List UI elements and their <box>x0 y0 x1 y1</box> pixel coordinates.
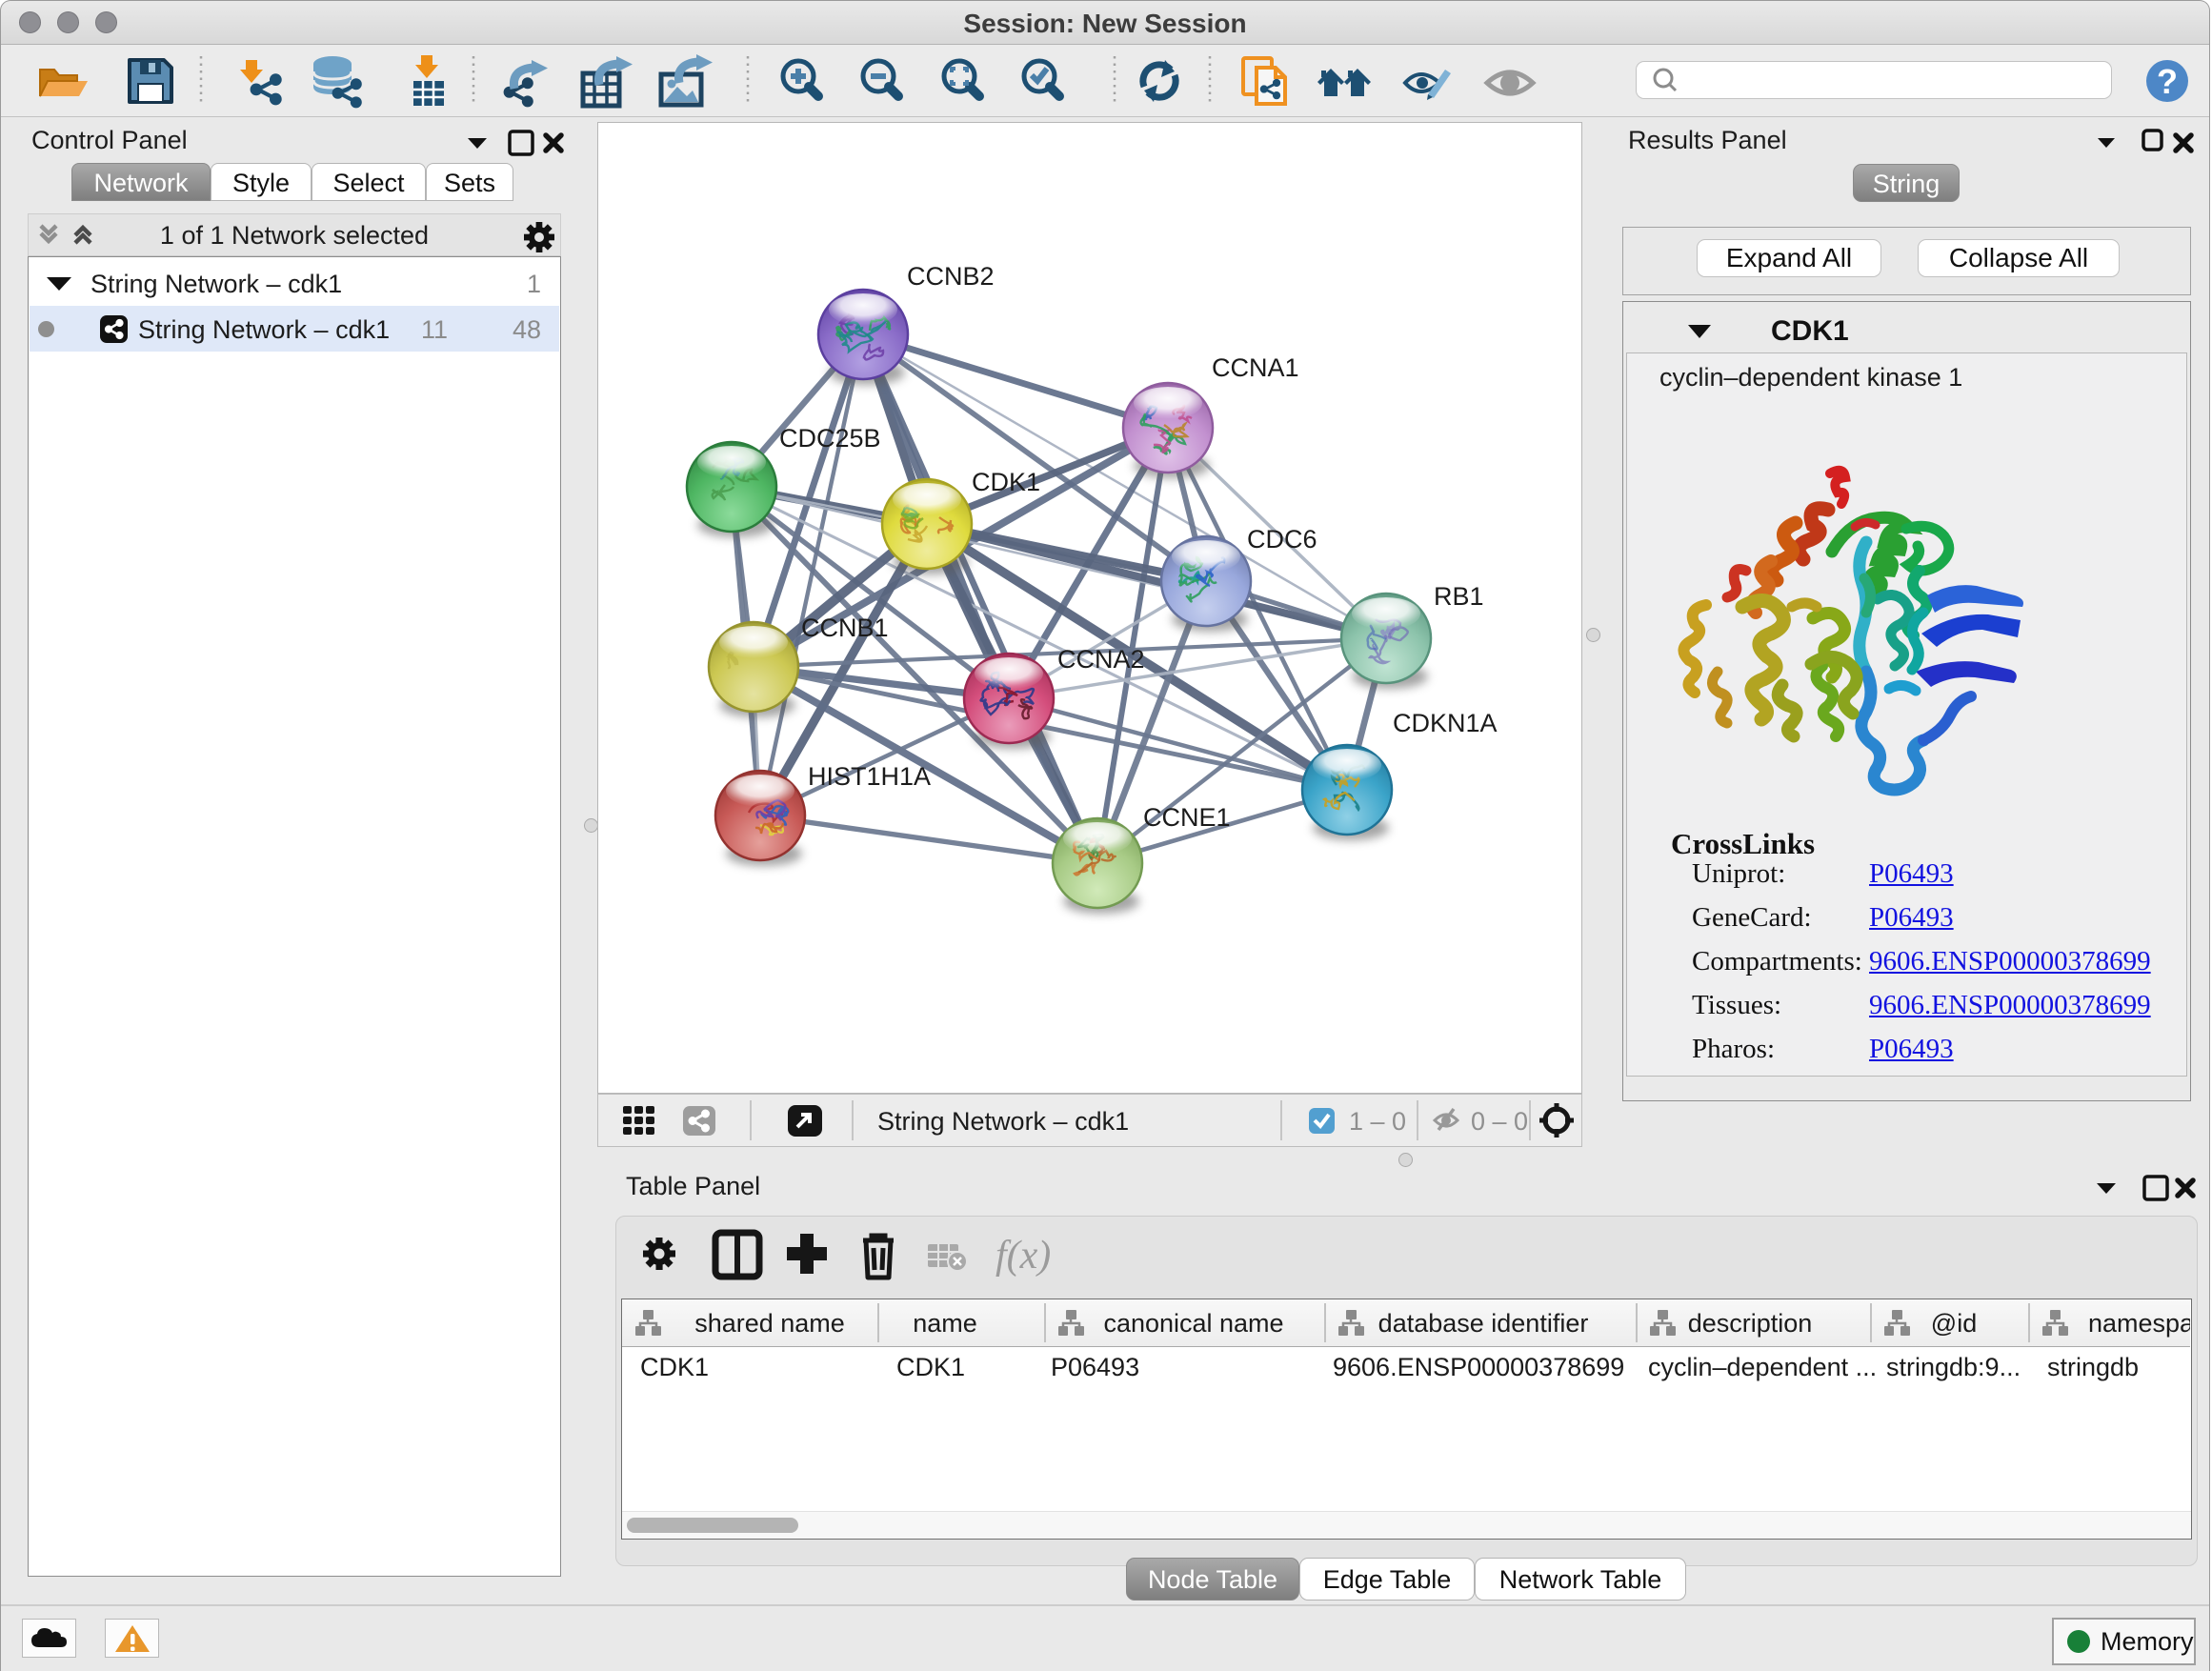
svg-text:String Network – cdk1: String Network – cdk1 <box>877 1107 1129 1136</box>
svg-text:CDC25B: CDC25B <box>779 424 881 453</box>
svg-text:canonical name: canonical name <box>1103 1309 1283 1338</box>
svg-text:description: description <box>1688 1309 1813 1338</box>
svg-text:CDK1: CDK1 <box>972 468 1040 496</box>
svg-text:0 – 0: 0 – 0 <box>1471 1107 1528 1136</box>
svg-text:f(x): f(x) <box>995 1234 1051 1278</box>
svg-text:HIST1H1A: HIST1H1A <box>808 762 931 791</box>
svg-text:CCNE1: CCNE1 <box>1143 803 1231 832</box>
svg-text:CCNA1: CCNA1 <box>1212 353 1299 382</box>
svg-text:database identifier: database identifier <box>1378 1309 1589 1338</box>
svg-text:name: name <box>913 1309 977 1338</box>
svg-text:shared name: shared name <box>694 1309 845 1338</box>
svg-text:CCNA2: CCNA2 <box>1057 645 1145 674</box>
svg-text:CDKN1A: CDKN1A <box>1393 709 1498 737</box>
svg-text:CCNB1: CCNB1 <box>801 614 889 642</box>
svg-text:?: ? <box>2157 62 2178 101</box>
svg-text:@id: @id <box>1931 1309 1977 1338</box>
svg-text:CDC6: CDC6 <box>1247 525 1317 554</box>
svg-text:CCNB2: CCNB2 <box>907 262 995 291</box>
svg-text:RB1: RB1 <box>1434 582 1484 611</box>
svg-text:namespace: namespace <box>2088 1309 2190 1338</box>
svg-text:1 – 0: 1 – 0 <box>1349 1107 1406 1136</box>
